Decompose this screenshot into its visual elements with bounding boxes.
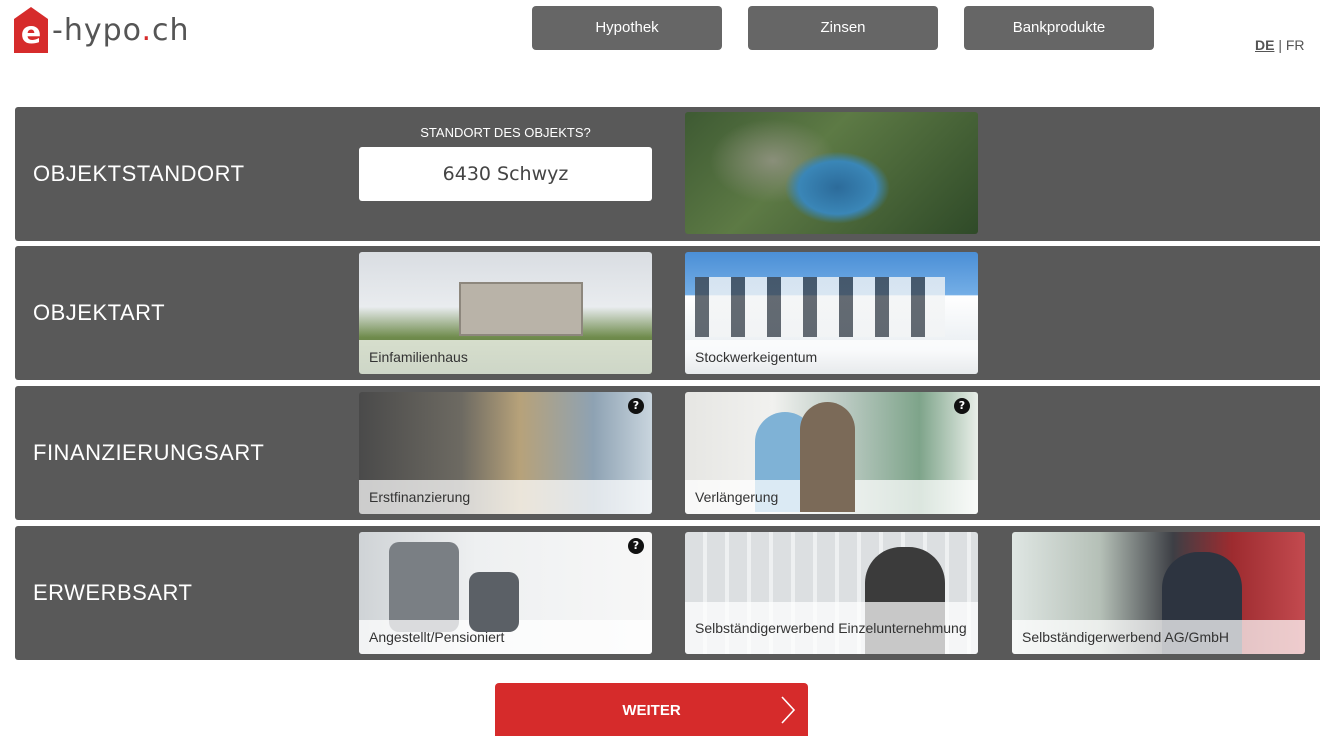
lang-de-link[interactable]: DE <box>1255 37 1274 53</box>
location-input[interactable] <box>359 147 652 201</box>
help-icon[interactable]: ? <box>628 398 644 414</box>
logo[interactable]: e -hypo.ch <box>14 6 190 54</box>
row-label: ERWERBSART <box>33 580 193 605</box>
help-icon[interactable]: ? <box>628 538 644 554</box>
weiter-button[interactable]: WEITER <box>495 683 808 736</box>
row-label: OBJEKTART <box>33 300 166 325</box>
row-objektstandort: OBJEKTSTANDORT <box>15 107 1320 241</box>
logo-house-icon: e <box>14 7 48 53</box>
lang-separator: | <box>1278 37 1282 53</box>
option-caption: Einfamilienhaus <box>359 340 652 374</box>
option-einzelunternehmung[interactable]: Selbständigerwerbend Einzelunternehmung <box>685 532 978 654</box>
option-verlaengerung[interactable]: ? Verlängerung <box>685 392 978 514</box>
option-caption: Verlängerung <box>685 480 978 514</box>
lang-fr-link[interactable]: FR <box>1286 37 1305 53</box>
logo-text: -hypo.ch <box>52 12 190 48</box>
option-caption: Stockwerkeigentum <box>685 340 978 374</box>
nav-bankprodukte-button[interactable]: Bankprodukte <box>964 6 1154 50</box>
option-ag-gmbh[interactable]: Selbständigerwerbend AG/GmbH <box>1012 532 1305 654</box>
nav-hypothek-button[interactable]: Hypothek <box>532 6 722 50</box>
option-caption: Angestellt/Pensioniert <box>359 620 652 654</box>
nav-zinsen-button[interactable]: Zinsen <box>748 6 938 50</box>
row-objektart: OBJEKTART <box>15 246 1320 380</box>
option-angestellt-pensioniert[interactable]: ? Angestellt/Pensioniert <box>359 532 652 654</box>
option-caption: Erstfinanzierung <box>359 480 652 514</box>
option-caption: Selbständigerwerbend AG/GmbH <box>1012 620 1305 654</box>
row-finanzierungsart: FINANZIERUNGSART <box>15 386 1320 520</box>
option-erstfinanzierung[interactable]: ? Erstfinanzierung <box>359 392 652 514</box>
help-icon[interactable]: ? <box>954 398 970 414</box>
language-switcher: DE | FR <box>1255 37 1305 53</box>
option-stockwerkeigentum[interactable]: Stockwerkeigentum <box>685 252 978 374</box>
option-einfamilienhaus[interactable]: Einfamilienhaus <box>359 252 652 374</box>
location-question: STANDORT DES OBJEKTS? <box>420 125 591 140</box>
weiter-label: WEITER <box>622 702 681 719</box>
row-label: OBJEKTSTANDORT <box>33 161 245 186</box>
chevron-right-icon <box>781 696 796 724</box>
option-caption: Selbständigerwerbend Einzelunternehmung <box>685 602 978 654</box>
row-label: FINANZIERUNGSART <box>33 440 265 465</box>
location-map-image <box>685 112 978 234</box>
